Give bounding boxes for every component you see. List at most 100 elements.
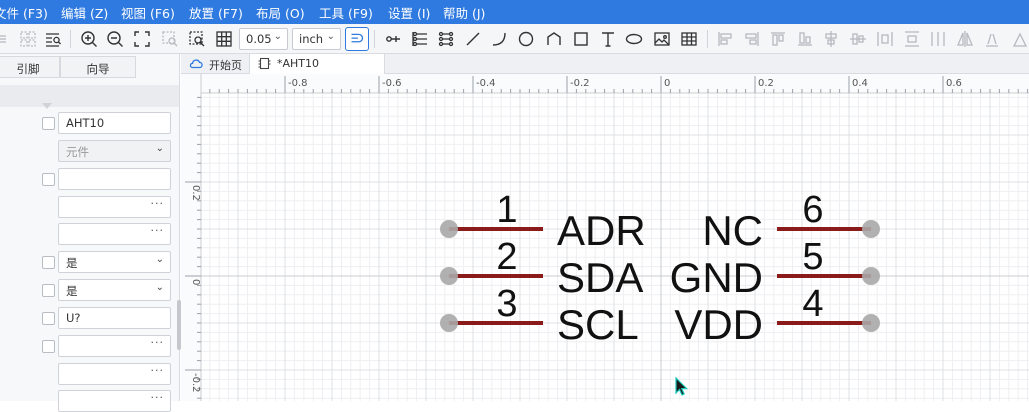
grid-size-select[interactable]: 0.05 ⌄ <box>239 28 288 50</box>
section-header[interactable] <box>0 85 179 109</box>
more-icon[interactable]: ··· <box>151 224 165 237</box>
pin-number: 3 <box>496 283 517 325</box>
pin-endpoint[interactable] <box>862 267 880 285</box>
flip-h-icon[interactable] <box>953 27 977 51</box>
cloud-home-icon <box>189 59 203 69</box>
align-icon[interactable] <box>0 27 16 51</box>
space-h-icon[interactable] <box>926 27 950 51</box>
grid-dots-icon[interactable] <box>16 27 40 51</box>
polyline-tool-icon[interactable] <box>542 27 566 51</box>
name-field[interactable]: AHT10 <box>58 112 171 134</box>
align-center-v-icon[interactable] <box>846 27 870 51</box>
vertical-ruler <box>181 74 202 401</box>
more-icon[interactable]: ··· <box>151 364 165 377</box>
table-tool-icon[interactable] <box>677 27 701 51</box>
designator-field[interactable]: U? <box>58 307 171 329</box>
boolean-value: 是 <box>66 256 78 270</box>
zoom-area-icon[interactable] <box>185 27 209 51</box>
property-field[interactable]: ··· <box>58 335 171 357</box>
property-checkbox[interactable] <box>42 117 55 130</box>
align-center-h-icon[interactable] <box>819 27 843 51</box>
pin-endpoint[interactable] <box>440 314 458 332</box>
align-top-icon[interactable] <box>766 27 790 51</box>
menu-help[interactable]: 帮助 (J) <box>443 3 485 22</box>
snap-icon[interactable] <box>345 27 369 51</box>
pin-number: 6 <box>802 189 823 231</box>
arc-tool-icon[interactable] <box>487 27 511 51</box>
ruler-x-label: 0 <box>664 78 670 89</box>
tab-aht10[interactable]: *AHT10 <box>249 54 385 74</box>
tab-start-page[interactable]: 开始页 <box>189 54 249 74</box>
menu-place[interactable]: 放置 (F7) <box>189 3 243 22</box>
pin-number: 1 <box>496 189 517 231</box>
zoom-in-icon[interactable] <box>77 27 101 51</box>
property-field[interactable]: ··· <box>58 196 171 218</box>
ruler-y-label: 0 <box>190 279 201 285</box>
pin-endpoint[interactable] <box>862 220 880 238</box>
distribute-h-icon[interactable] <box>873 27 897 51</box>
ellipse-tool-icon[interactable] <box>622 27 646 51</box>
pin-array-icon[interactable] <box>408 27 432 51</box>
text-tool-icon[interactable] <box>596 27 620 51</box>
more-icon[interactable]: ··· <box>151 391 165 404</box>
property-checkbox[interactable] <box>42 173 55 186</box>
boolean-select[interactable]: 是 ⌄ <box>58 251 171 273</box>
pin-array-double-icon[interactable] <box>434 27 458 51</box>
flip-v-icon[interactable] <box>980 27 1004 51</box>
image-tool-icon[interactable] <box>650 27 674 51</box>
menu-layout[interactable]: 布局 (O) <box>256 3 305 22</box>
pin-name: SDA <box>557 254 643 301</box>
boolean-select[interactable]: 是 ⌄ <box>58 279 171 301</box>
rotate-icon[interactable] <box>1007 27 1029 51</box>
rectangle-tool-icon[interactable] <box>569 27 593 51</box>
circle-tool-icon[interactable] <box>514 27 538 51</box>
property-field[interactable] <box>58 168 171 190</box>
zoom-selection-icon[interactable] <box>158 27 182 51</box>
pin-tool-icon[interactable] <box>381 27 405 51</box>
property-checkbox[interactable] <box>42 312 55 325</box>
list-search-icon[interactable] <box>41 27 65 51</box>
property-field[interactable]: ··· <box>58 390 171 412</box>
pin-number: 5 <box>802 236 823 278</box>
align-bottom-icon[interactable] <box>793 27 817 51</box>
line-tool-icon[interactable] <box>461 27 485 51</box>
align-right-icon[interactable] <box>740 27 764 51</box>
ruler-x-label: 0.4 <box>852 78 868 89</box>
property-field[interactable]: ··· <box>58 363 171 385</box>
chevron-down-icon: ⌄ <box>155 282 164 293</box>
more-icon[interactable]: ··· <box>151 197 165 210</box>
ruler-y-label: -0.2 <box>190 373 201 393</box>
pin-endpoint[interactable] <box>862 314 880 332</box>
property-checkbox[interactable] <box>42 340 55 353</box>
align-left-icon[interactable] <box>713 27 737 51</box>
property-checkbox[interactable] <box>42 284 55 297</box>
pin-endpoint[interactable] <box>440 220 458 238</box>
symbol-editor-canvas[interactable]: -0.8 -0.6 -0.4 -0.2 0 0.2 0.4 0.6 0.2 0 -0.2 1 ADR… <box>181 74 1029 401</box>
menu-edit[interactable]: 编辑 (Z) <box>61 3 108 22</box>
document-tabs: 开始页 *AHT10 <box>181 54 1029 74</box>
unit-select[interactable]: inch ⌄ <box>292 28 341 50</box>
schematic-canvas[interactable]: -0.8 -0.6 -0.4 -0.2 0 0.2 0.4 0.6 0.2 0 -0.2 1 ADR… <box>181 74 1029 401</box>
more-icon[interactable]: ··· <box>151 336 165 349</box>
property-field[interactable]: ··· <box>58 223 171 245</box>
menu-view[interactable]: 视图 (F6) <box>121 3 175 22</box>
zoom-out-icon[interactable] <box>103 27 127 51</box>
unit-value: inch <box>299 32 324 46</box>
menu-file[interactable]: 文件 (F3) <box>0 3 48 22</box>
tab-pins[interactable]: 引脚 <box>0 56 60 78</box>
menu-settings[interactable]: 设置 (I) <box>388 3 430 22</box>
pin-endpoint[interactable] <box>440 267 458 285</box>
distribute-v-icon[interactable] <box>900 27 924 51</box>
ruler-y-label: 0.2 <box>190 185 201 201</box>
ruler-x-label: -0.4 <box>476 78 496 89</box>
fit-view-icon[interactable] <box>130 27 154 51</box>
type-select: 元件 ⌄ <box>58 140 171 162</box>
grid-icon[interactable] <box>212 27 236 51</box>
menu-tools[interactable]: 工具 (F9) <box>319 3 373 22</box>
tab-wizard[interactable]: 向导 <box>60 56 136 78</box>
symbol-file-icon <box>258 57 271 70</box>
property-checkbox[interactable] <box>42 256 55 269</box>
pin-name: ADR <box>557 207 646 254</box>
pin-name: NC <box>702 207 763 254</box>
properties-panel: 引脚 向导 AHT10 元件 ⌄ ··· ··· 是 ⌄ 是 ⌄ U? ··· <box>0 54 180 412</box>
